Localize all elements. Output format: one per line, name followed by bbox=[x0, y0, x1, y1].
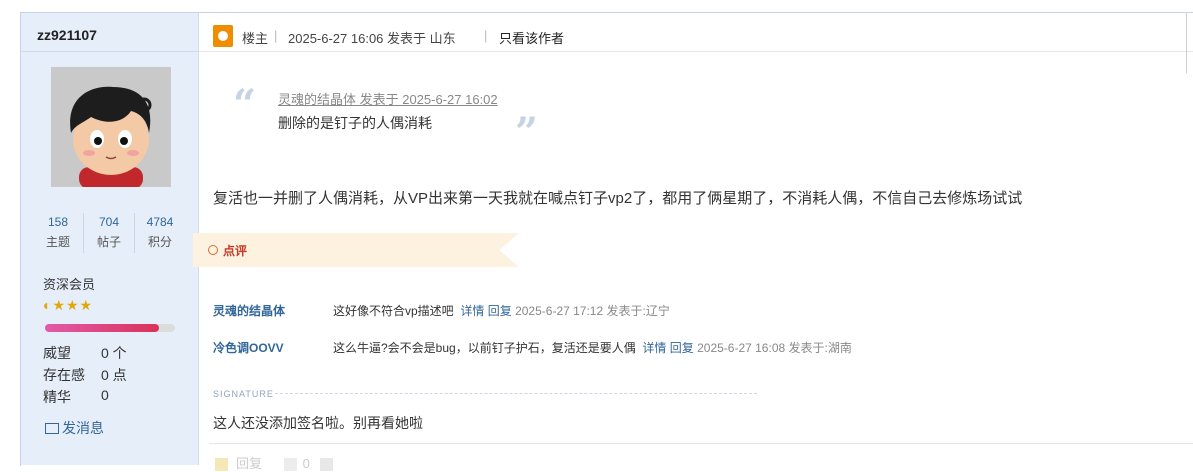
info-label: 威望 bbox=[43, 345, 71, 361]
comment-content: 这好像不符合vp描述吧 详情 回复 2025-6-27 17:12 发表于:辽宁 bbox=[333, 302, 670, 319]
divider bbox=[21, 51, 198, 52]
post-header: 楼主 | 2025-6-27 16:06 发表于 山东 | 只看该作者 bbox=[199, 13, 1193, 73]
quote-text: 删除的是钉子的人偶消耗 bbox=[278, 115, 432, 131]
comments-header: 点评 bbox=[193, 233, 519, 267]
post-body: 复活也一并删了人偶消耗，从VP出来第一天我就在喊点钉子vp2了，都用了俩星期了，… bbox=[213, 190, 1023, 207]
info-value: 0 点 bbox=[101, 367, 127, 383]
quote-open-icon: “ bbox=[233, 81, 257, 128]
stat-number[interactable]: 4784 bbox=[135, 213, 185, 231]
comment-detail-link[interactable]: 详情 bbox=[460, 304, 484, 318]
stat-number[interactable]: 704 bbox=[84, 213, 134, 231]
info-label: 存在感 bbox=[43, 367, 85, 383]
level-progress-bar bbox=[45, 324, 175, 332]
post-time: 2025-6-27 16:06 发表于 山东 bbox=[288, 31, 456, 46]
user-group[interactable]: 资深会员 bbox=[43, 274, 95, 293]
author-username[interactable]: zz921107 bbox=[37, 27, 97, 43]
like-count: 0 bbox=[302, 456, 310, 471]
signature-label: SIGNATURE bbox=[213, 389, 274, 399]
comment-author-link[interactable]: 冷色调OOVV bbox=[213, 339, 284, 356]
stat-posts[interactable]: 704 帖子 bbox=[84, 213, 135, 253]
info-value: 0 bbox=[101, 387, 109, 403]
comment-reply-link[interactable]: 回复 bbox=[488, 304, 512, 318]
divider: | bbox=[274, 28, 278, 43]
scrollbar[interactable] bbox=[1186, 13, 1193, 73]
info-value: 0 个 bbox=[101, 345, 127, 361]
stat-label: 主题 bbox=[45, 235, 70, 249]
stat-label: 积分 bbox=[147, 235, 172, 249]
stat-points[interactable]: 4784 积分 bbox=[135, 213, 185, 253]
divider: | bbox=[484, 28, 488, 43]
author-sidebar: zz921107 158 主题 704 帖子 4784 积分 资深会员 ◐★★★… bbox=[21, 13, 199, 465]
comment-reply-link[interactable]: 回复 bbox=[670, 341, 694, 355]
author-badge-icon bbox=[213, 25, 233, 47]
signature-divider bbox=[275, 393, 757, 394]
post-main: 楼主 | 2025-6-27 16:06 发表于 山东 | 只看该作者 “ 灵魂… bbox=[193, 13, 1193, 472]
footer-divider bbox=[209, 443, 1193, 444]
info-digest: 精华 0 bbox=[43, 387, 109, 407]
signature-text: 这人还没添加签名啦。别再看她啦 bbox=[213, 415, 423, 431]
info-presence: 存在感 0 点 bbox=[43, 365, 127, 385]
post-actions: 回复 0 bbox=[215, 453, 339, 472]
avatar-image bbox=[51, 67, 171, 187]
only-author-link[interactable]: 只看该作者 bbox=[499, 28, 564, 47]
stat-number[interactable]: 158 bbox=[33, 213, 83, 231]
author-stats: 158 主题 704 帖子 4784 积分 bbox=[33, 213, 185, 253]
comment-content: 这么牛逼?会不会是bug，以前钉子护石，复活还是要人偶 详情 回复 2025-6… bbox=[333, 339, 852, 356]
stat-threads[interactable]: 158 主题 bbox=[33, 213, 84, 253]
rank-stars-icon: ◐★★★ bbox=[43, 297, 94, 313]
send-message-label: 发消息 bbox=[62, 420, 104, 436]
comment-text: 这么牛逼?会不会是bug，以前钉子护石，复活还是要人偶 bbox=[333, 341, 636, 355]
comment-text: 这好像不符合vp描述吧 bbox=[333, 304, 454, 318]
comment-meta: 2025-6-27 16:08 发表于:湖南 bbox=[697, 341, 852, 355]
info-label: 精华 bbox=[43, 389, 71, 405]
comment-meta: 2025-6-27 17:12 发表于:辽宁 bbox=[515, 304, 670, 318]
quote-close-icon: ” bbox=[515, 109, 539, 156]
comments-label: 点评 bbox=[223, 244, 248, 258]
mail-icon bbox=[45, 422, 59, 434]
role-label: 楼主 bbox=[242, 31, 269, 46]
send-message-link[interactable]: 发消息 bbox=[45, 418, 104, 438]
stat-label: 帖子 bbox=[96, 235, 121, 249]
quote-header-link[interactable]: 灵魂的结晶体 发表于 2025-6-27 16:02 bbox=[278, 89, 498, 108]
comment-author-link[interactable]: 灵魂的结晶体 bbox=[213, 302, 285, 319]
comment-detail-link[interactable]: 详情 bbox=[642, 341, 666, 355]
level-progress-fill bbox=[45, 324, 160, 332]
comment-circle-icon bbox=[208, 245, 218, 255]
info-prestige: 威望 0 个 bbox=[43, 343, 127, 363]
reply-button[interactable]: 回复 bbox=[236, 456, 262, 471]
avatar[interactable] bbox=[51, 67, 171, 187]
